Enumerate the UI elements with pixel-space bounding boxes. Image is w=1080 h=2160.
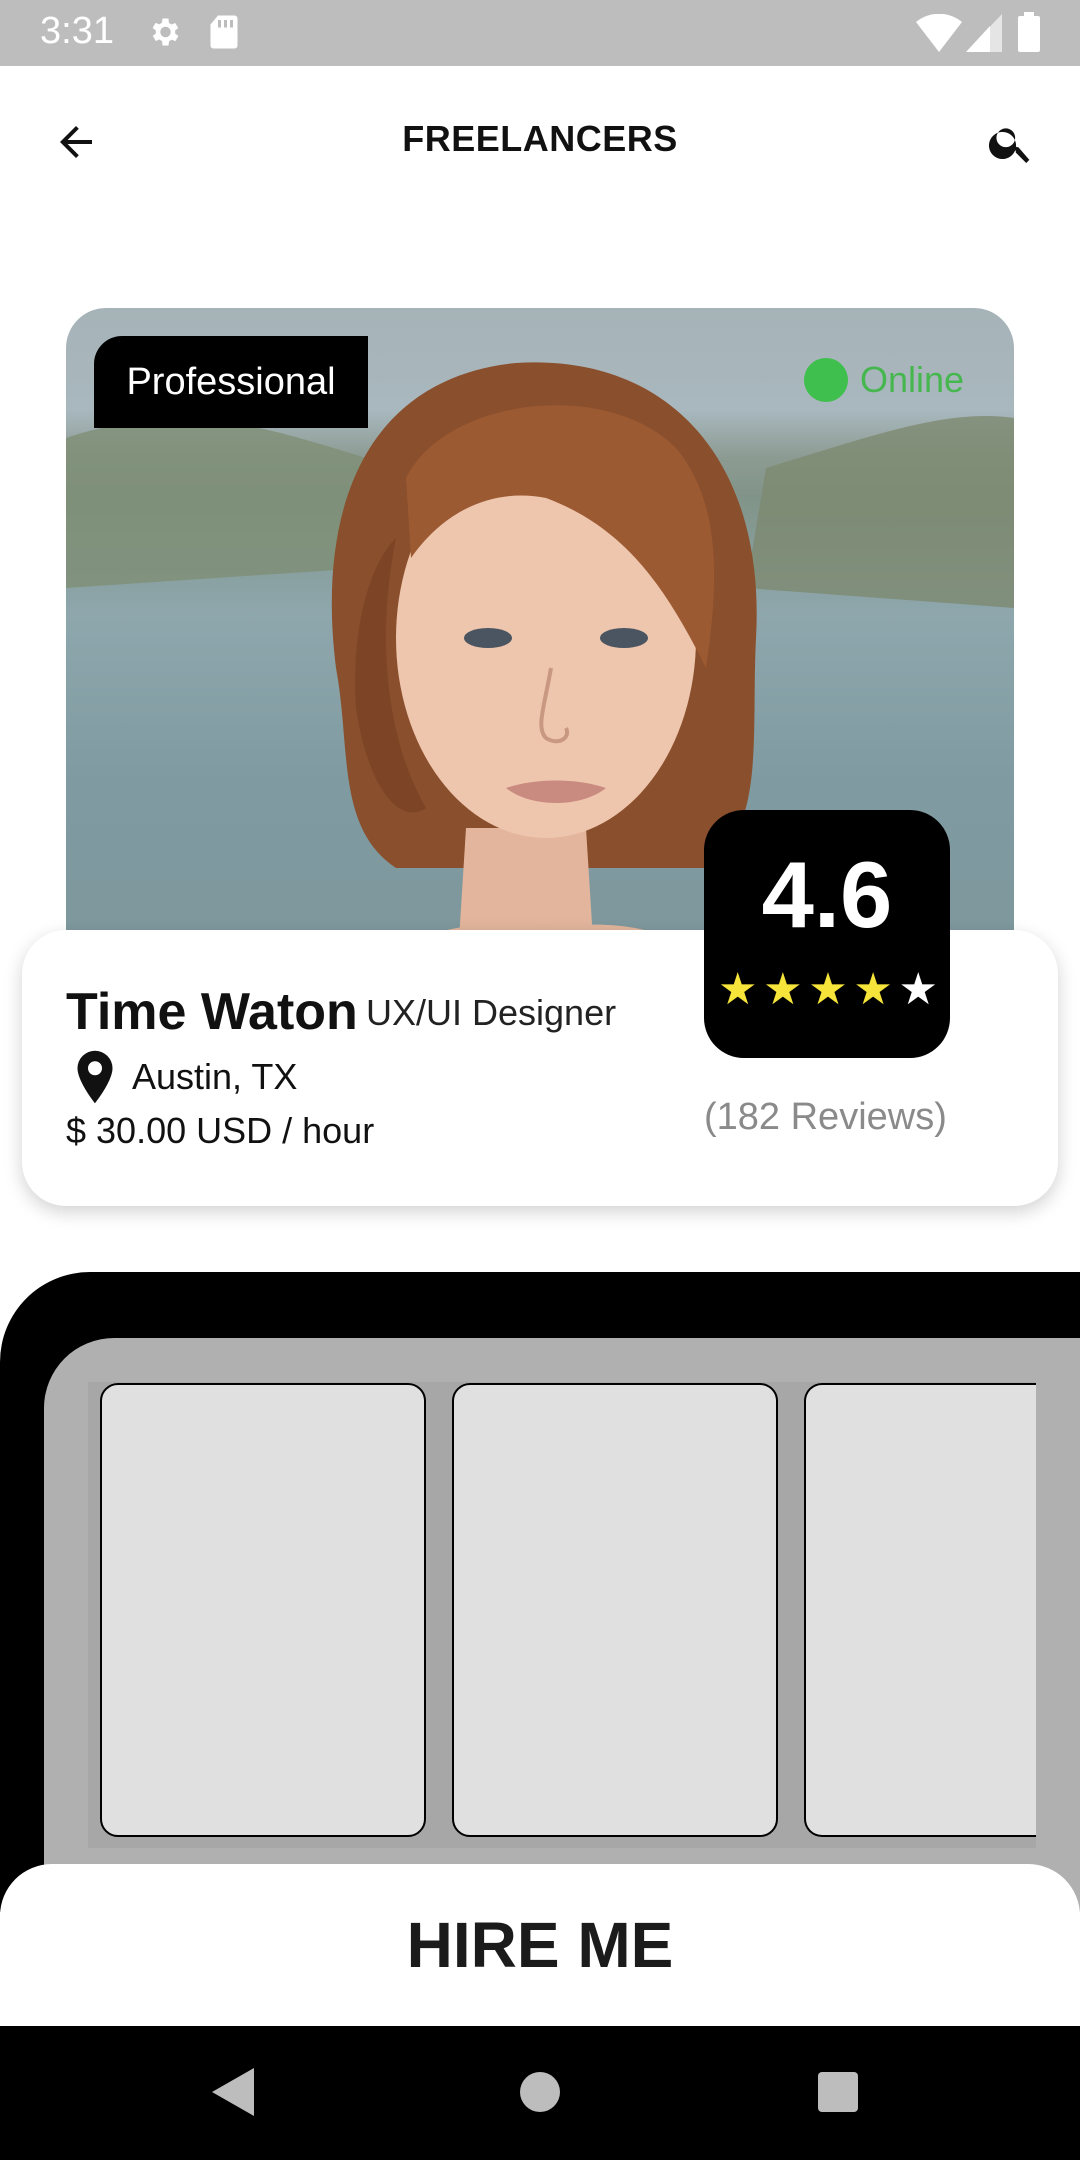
location-pin-icon	[77, 1050, 113, 1104]
page-title: FREELANCERS	[402, 118, 678, 159]
status-time: 3:31	[40, 10, 114, 52]
freelancer-name: Time Waton	[66, 983, 358, 1041]
location-text: Austin, TX	[132, 1056, 298, 1097]
nav-home-icon[interactable]	[520, 2072, 560, 2112]
hourly-rate: $ 30.00 USD / hour	[66, 1110, 375, 1151]
star-icon: ★	[898, 965, 938, 1014]
wifi-icon	[916, 14, 962, 52]
star-icon: ★	[853, 965, 893, 1014]
freelancer-role: UX/UI Designer	[366, 992, 617, 1033]
settings-icon	[152, 18, 179, 46]
rating-stars: ★ ★ ★ ★ ★	[718, 968, 938, 1012]
gallery-thumbnail[interactable]	[804, 1383, 1036, 1837]
nav-recents-icon[interactable]	[818, 2072, 858, 2112]
location-row: Austin, TX	[74, 1050, 297, 1104]
hire-me-button[interactable]: HIRE ME	[0, 1864, 1080, 2026]
sd-card-icon	[210, 15, 238, 49]
online-dot-icon	[804, 358, 848, 402]
rating-box: 4.6 ★ ★ ★ ★ ★	[704, 810, 950, 1058]
star-icon: ★	[808, 965, 848, 1014]
cell-signal-icon	[966, 14, 1002, 52]
search-icon[interactable]	[986, 118, 1036, 168]
reviews-count[interactable]: (182 Reviews)	[704, 1096, 947, 1139]
online-status: Online	[804, 358, 964, 402]
star-icon: ★	[763, 965, 803, 1014]
battery-icon	[1018, 12, 1040, 52]
gallery-thumbnail[interactable]	[100, 1383, 426, 1837]
online-label: Online	[860, 359, 965, 400]
gallery-thumbnail[interactable]	[452, 1383, 778, 1837]
star-icon: ★	[718, 965, 758, 1014]
nav-back-icon[interactable]	[212, 2068, 254, 2116]
rating-value: 4.6	[761, 842, 893, 947]
professional-badge: Professional	[94, 336, 368, 428]
